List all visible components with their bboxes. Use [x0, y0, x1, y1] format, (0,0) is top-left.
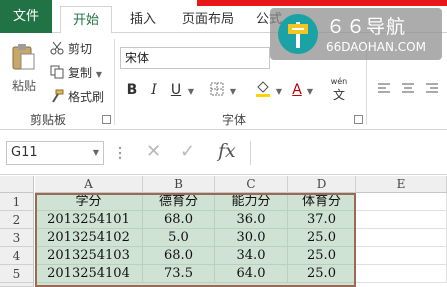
underline-button[interactable]: U — [168, 79, 184, 101]
name-box[interactable]: G11 ▼ — [6, 141, 104, 165]
underline-dropdown-icon[interactable]: ▼ — [186, 79, 196, 101]
cut-label: 剪切 — [68, 42, 93, 56]
row-header[interactable]: 5 — [0, 265, 34, 283]
phonetic-button[interactable]: 文 — [328, 87, 350, 103]
cell-c2[interactable]: 36.0 — [215, 211, 288, 229]
formula-bar-grip-icon[interactable] — [118, 145, 122, 161]
cell-c1[interactable]: 能力分 — [215, 193, 288, 211]
cell-a3[interactable]: 2013254102 — [35, 229, 143, 247]
align-center-icon[interactable] — [398, 79, 418, 101]
cell-a1[interactable]: 学分 — [35, 193, 143, 211]
cell-a4[interactable]: 2013254103 — [35, 247, 143, 265]
cell-e3[interactable] — [356, 229, 447, 247]
tab-home[interactable]: 开始 — [60, 6, 113, 34]
font-color-dropdown-icon[interactable]: ▼ — [306, 79, 314, 101]
row-header[interactable] — [0, 283, 34, 287]
cell-e5[interactable] — [356, 265, 447, 283]
cancel-icon[interactable]: ✕ — [146, 141, 161, 162]
cell-d1[interactable]: 体育分 — [288, 193, 356, 211]
row-header[interactable]: 4 — [0, 247, 34, 265]
tab-page-layout[interactable]: 页面布局 — [170, 6, 246, 33]
format-painter-button[interactable]: 格式刷 — [50, 87, 104, 107]
font-launcher-icon[interactable] — [354, 115, 363, 124]
chevron-down-icon[interactable]: ▼ — [93, 142, 99, 164]
bold-button[interactable]: B — [124, 79, 140, 101]
format-painter-label: 格式刷 — [68, 90, 105, 104]
column-header-e[interactable]: E — [356, 176, 447, 193]
formula-bar: G11 ▼ ✕ ✓ fx — [0, 131, 447, 175]
group-divider — [114, 39, 115, 125]
cell-b3[interactable]: 5.0 — [143, 229, 215, 247]
title-accent-bar — [197, 0, 447, 6]
clipboard-launcher-icon[interactable] — [102, 115, 111, 124]
select-all-corner[interactable] — [0, 176, 34, 193]
cell-b5[interactable]: 73.5 — [143, 265, 215, 283]
tab-insert[interactable]: 插入 — [118, 6, 168, 33]
column-header-a[interactable]: A — [35, 176, 143, 193]
cell-e2[interactable] — [356, 211, 447, 229]
fill-color-dropdown-icon[interactable]: ▼ — [275, 79, 283, 101]
cell-d3[interactable]: 25.0 — [288, 229, 356, 247]
cell-a5[interactable]: 2013254104 — [35, 265, 143, 283]
cell-b1[interactable]: 德育分 — [143, 193, 215, 211]
cell-b4[interactable]: 68.0 — [143, 247, 215, 265]
column-header-d[interactable]: D — [288, 176, 356, 193]
cell-c4[interactable]: 34.0 — [215, 247, 288, 265]
cell-b2[interactable]: 68.0 — [143, 211, 215, 229]
font-group-label: 字体 — [222, 113, 247, 127]
cell-d4[interactable]: 25.0 — [288, 247, 356, 265]
tab-file[interactable]: 文件 — [0, 0, 52, 33]
paste-icon[interactable] — [10, 43, 36, 71]
watermark-subtitle: 66DAOHAN.COM — [326, 40, 426, 54]
copy-label: 复制 — [68, 66, 93, 80]
cell-d2[interactable]: 37.0 — [288, 211, 356, 229]
selected-range-continuation[interactable] — [35, 283, 356, 287]
borders-icon[interactable] — [206, 79, 228, 101]
site-watermark: ６６导航 66DAOHAN.COM — [270, 8, 442, 60]
row-header[interactable]: 1 — [0, 193, 34, 211]
watermark-title: ６６导航 — [326, 16, 407, 38]
paste-button-label[interactable]: 粘贴 — [12, 77, 36, 94]
name-box-value: G11 — [11, 145, 38, 160]
insert-function-button[interactable]: fx — [218, 140, 236, 162]
clipboard-group-label: 剪贴板 — [30, 113, 67, 127]
copy-button[interactable]: 复制 ▼ — [50, 63, 102, 83]
font-color-button[interactable]: A — [288, 79, 306, 101]
fill-color-icon[interactable] — [252, 79, 274, 101]
row-header[interactable]: 3 — [0, 229, 34, 247]
cell-c5[interactable]: 64.0 — [215, 265, 288, 283]
cell-c3[interactable]: 30.0 — [215, 229, 288, 247]
italic-button[interactable]: I — [146, 79, 162, 101]
copy-icon — [50, 65, 64, 79]
row-header[interactable]: 2 — [0, 211, 34, 229]
cell-a2[interactable]: 2013254101 — [35, 211, 143, 229]
cell-d5[interactable]: 25.0 — [288, 265, 356, 283]
font-name-select[interactable]: 宋体 — [120, 47, 270, 69]
scissors-icon — [50, 41, 64, 55]
formula-input[interactable] — [250, 141, 447, 165]
cell-e4[interactable] — [356, 247, 447, 265]
cut-button[interactable]: 剪切 — [50, 39, 92, 59]
enter-icon[interactable]: ✓ — [180, 141, 195, 162]
align-left-icon[interactable] — [374, 79, 394, 101]
watermark-logo-icon — [278, 14, 318, 54]
borders-dropdown-icon[interactable]: ▼ — [228, 79, 238, 101]
column-header-c[interactable]: C — [215, 176, 288, 193]
column-header-b[interactable]: B — [143, 176, 215, 193]
cell-e1[interactable] — [356, 193, 447, 211]
align-right-icon[interactable] — [422, 79, 442, 101]
brush-icon — [50, 89, 64, 103]
chevron-down-icon[interactable]: ▼ — [96, 70, 102, 79]
